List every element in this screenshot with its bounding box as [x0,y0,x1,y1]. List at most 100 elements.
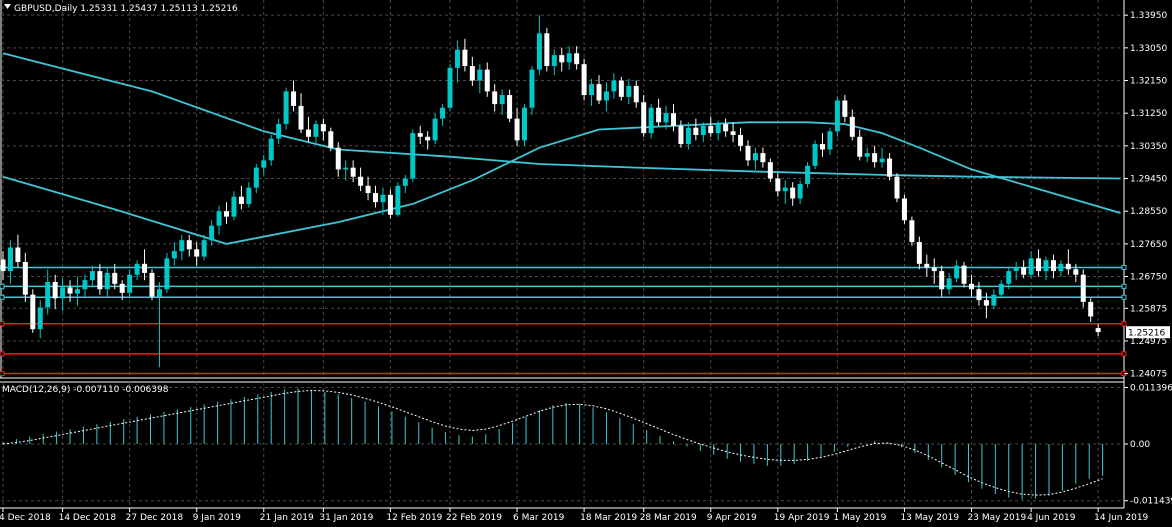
candle-bear [97,271,103,290]
candle-bear [194,249,200,257]
candle-bull [447,67,453,108]
candle-bear [931,267,937,272]
price-tick-label: 1.27650 [1130,240,1167,250]
candle-bear [462,49,468,66]
candle-bull [45,281,51,308]
line-handle[interactable] [0,370,5,376]
candle-bull [551,55,557,66]
candle-bull [75,289,80,294]
candle-bear [1095,328,1101,333]
candle-bull [454,49,460,68]
candle-bear [983,300,989,306]
candle-bear [708,125,714,134]
candle-bull [663,113,669,123]
time-tick-label: 21 Jan 2019 [260,513,314,523]
candle-bull [164,258,170,290]
line-handle[interactable] [1121,264,1127,270]
candle-bear [671,113,676,126]
candle-bear [358,176,364,186]
candle-bull [432,118,438,141]
candle-bear [365,185,371,194]
candle-bear [492,91,498,105]
candle-bull [37,307,43,330]
candle-bull [127,274,133,293]
time-tick-label: 23 May 2019 [968,513,1027,523]
candle-bear [767,162,773,179]
candle-bear [67,287,73,294]
macd-tick-label: 0.00 [1130,440,1150,450]
candle-bull [156,289,162,297]
candle-bull [268,138,274,161]
candle-bull [827,131,833,150]
candle-bull [700,125,706,135]
current-price-label: 1.25216 [1128,329,1165,339]
candle-bull [1006,271,1012,284]
candle-bear [507,95,513,119]
candle-bull [402,178,408,186]
candle-bull [611,80,617,92]
candle-bull [946,278,952,290]
line-handle[interactable] [0,283,5,289]
candle-bull [410,133,416,179]
time-tick-label: 1 May 2019 [833,513,886,523]
candle-bull [134,263,140,275]
candle-bear [417,133,423,137]
candle-bear [760,153,766,163]
candle-bear [1036,258,1042,272]
candle-bull [998,283,1004,295]
macd-label: MACD(12,26,9) -0.007110 -0.006398 [2,385,169,395]
candle-bear [387,194,393,215]
candle-bull [7,247,13,272]
candle-bull [179,240,185,252]
time-tick-label: 9 Jan 2019 [193,513,241,523]
candle-bear [723,124,729,132]
line-handle[interactable] [1121,321,1127,327]
candle-bull [395,185,401,215]
candle-bear [961,265,967,284]
time-tick-label: 31 Jan 2019 [319,513,373,523]
candle-bear [544,33,550,66]
candle-bear [738,134,744,146]
candle-bear [574,53,580,65]
candle-bull [499,95,505,105]
price-tick-label: 1.28550 [1130,207,1167,217]
candle-bear [425,136,431,141]
line-handle[interactable] [0,321,5,327]
candle-bull [1013,267,1019,272]
line-handle[interactable] [1121,283,1127,289]
candle-bull [603,91,609,101]
candle-bull [782,187,788,192]
candle-bear [291,91,297,106]
candle-bull [864,153,870,157]
line-handle[interactable] [1121,351,1127,357]
candle-bear [305,129,311,137]
chart-title: GBPUSD,Daily 1.25331 1.25437 1.25113 1.2… [14,4,238,14]
line-handle[interactable] [0,351,5,357]
candle-bear [0,259,6,272]
candle-bull [283,91,289,125]
candle-bear [238,196,244,204]
candle-bull [246,187,252,204]
macd-tick-label: -0.011439 [1130,497,1172,507]
candle-bull [752,153,758,161]
chart-window[interactable]: 1.33950 1.33050 1.32150 1.31250 1.30350 1.294… [0,0,1172,527]
candle-bear [790,187,796,199]
price-tick-label: 1.33950 [1130,11,1167,21]
candle-bull [566,53,572,63]
candle-bear [22,262,28,295]
candle-bear [641,102,647,134]
candle-bear [328,131,334,148]
candle-bear [350,167,356,177]
candle-bull [1028,258,1034,275]
time-tick-label: 22 Feb 2019 [446,513,502,523]
candle-bear [30,294,36,330]
time-tick-label: 13 May 2019 [900,513,959,523]
candle-bear [119,283,125,293]
candle-bear [730,131,736,135]
candle-bear [775,178,781,192]
line-handle[interactable] [1121,294,1127,300]
price-tick-label: 1.32150 [1130,77,1167,87]
time-tick-label: 4 Dec 2018 [0,513,51,523]
line-handle[interactable] [0,294,5,300]
candle-bull [201,240,207,257]
